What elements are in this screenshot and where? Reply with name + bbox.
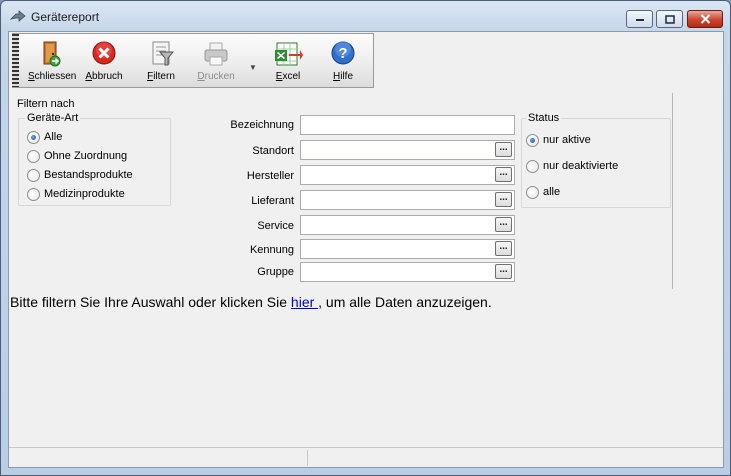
close-button[interactable] [687,10,723,28]
kennung-lookup-button[interactable]: ... [495,241,512,256]
excel-button[interactable]: Excel [266,40,310,86]
radio-ohne-zuordnung[interactable]: Ohne Zuordnung [27,149,127,163]
app-icon [9,10,26,24]
radio-medizinprodukte[interactable]: Medizinprodukte [27,187,125,201]
standort-label: Standort [252,145,294,157]
svg-text:?: ? [338,45,347,62]
radio-unchecked-icon [526,185,539,199]
maximize-button[interactable] [656,10,683,28]
hilfe-button[interactable]: ? Hilfe [321,40,365,86]
radio-unchecked-icon [27,187,40,201]
filter-section-title: Filtern nach [17,98,75,110]
radio-status-alle[interactable]: alle [526,185,560,199]
standort-lookup-button[interactable]: ... [495,142,512,157]
help-icon: ? [331,41,355,65]
lieferant-lookup-button[interactable]: ... [495,192,512,207]
status-pane-2 [308,450,723,466]
radio-medizinprodukte-label: Medizinprodukte [44,188,125,200]
maximize-icon [664,14,675,24]
geraete-art-title: Geräte-Art [25,112,81,124]
drucken-button[interactable]: Drucken [194,40,238,86]
cancel-icon [92,41,116,65]
hersteller-lookup-button[interactable]: ... [495,167,512,182]
status-title: Status [526,112,562,124]
radio-ohne-zuordnung-label: Ohne Zuordnung [44,150,128,162]
hersteller-label: Hersteller [246,170,294,182]
kennung-label: Kennung [249,244,294,256]
excel-label: Excel [275,71,301,82]
radio-nur-aktive[interactable]: nur aktive [526,133,591,147]
radio-alle-label: Alle [44,131,63,143]
window-title: Gerätereport [31,10,100,24]
info-message: Bitte filtern Sie Ihre Auswahl oder klic… [10,294,492,310]
show-all-link[interactable]: hier [291,294,318,310]
exit-door-icon [43,41,61,67]
excel-export-icon [275,42,303,66]
radio-unchecked-icon [27,149,40,163]
lieferant-label: Lieferant [251,195,294,207]
hilfe-label: Hilfe [332,71,354,82]
minimize-button[interactable] [626,10,653,28]
info-message-text-before: Bitte filtern Sie Ihre Auswahl oder klic… [10,294,291,310]
radio-unchecked-icon [27,168,40,182]
service-input[interactable] [300,215,515,235]
client-area: Schliessen Abbruch Filtern Drucken ▼ Exc… [8,31,724,468]
minimize-icon [635,19,644,21]
service-lookup-button[interactable]: ... [495,217,512,232]
abbruch-label: Abbruch [85,71,123,82]
radio-bestandsprodukte[interactable]: Bestandsprodukte [27,168,133,182]
info-message-text-after: , um alle Daten anzuzeigen. [318,294,492,310]
drucken-label: Drucken [197,71,235,82]
status-bar [9,447,723,467]
service-label: Service [257,220,294,232]
title-bar[interactable]: Gerätereport [1,1,730,31]
filtern-label: Filtern [147,71,175,82]
status-pane-1 [9,450,308,466]
close-icon [700,14,710,24]
printer-icon [204,42,228,66]
drucken-dropdown-icon[interactable]: ▼ [249,63,257,72]
gruppe-label: Gruppe [257,266,294,278]
radio-checked-icon [27,130,40,144]
filtern-button[interactable]: Filtern [139,40,183,86]
radio-status-alle-label: alle [543,186,561,198]
radio-unchecked-icon [526,159,539,173]
filter-panel: Filtern nach Geräte-Art Alle Ohne Zuordn… [10,93,673,289]
radio-alle[interactable]: Alle [27,130,62,144]
app-window: Gerätereport Schliessen Abbruch Filtern … [0,0,731,476]
radio-bestandsprodukte-label: Bestandsprodukte [44,169,133,181]
bezeichnung-label: Bezeichnung [230,119,294,131]
abbruch-button[interactable]: Abbruch [82,40,126,86]
bezeichnung-input[interactable] [300,115,515,135]
lieferant-input[interactable] [300,190,515,210]
radio-nur-deaktivierte[interactable]: nur deaktivierte [526,159,618,173]
kennung-input[interactable] [300,239,515,259]
toolbar: Schliessen Abbruch Filtern Drucken ▼ Exc… [12,33,374,88]
radio-checked-icon [526,133,539,147]
hersteller-input[interactable] [300,165,515,185]
toolbar-grip[interactable] [12,34,19,87]
radio-nur-aktive-label: nur aktive [543,134,591,146]
filter-icon [152,41,175,66]
schliessen-button[interactable]: Schliessen [28,40,77,86]
standort-input[interactable] [300,140,515,160]
schliessen-label: Schliessen [28,71,77,82]
radio-nur-deaktivierte-label: nur deaktivierte [543,160,619,172]
gruppe-lookup-button[interactable]: ... [495,264,512,279]
gruppe-input[interactable] [300,262,515,282]
